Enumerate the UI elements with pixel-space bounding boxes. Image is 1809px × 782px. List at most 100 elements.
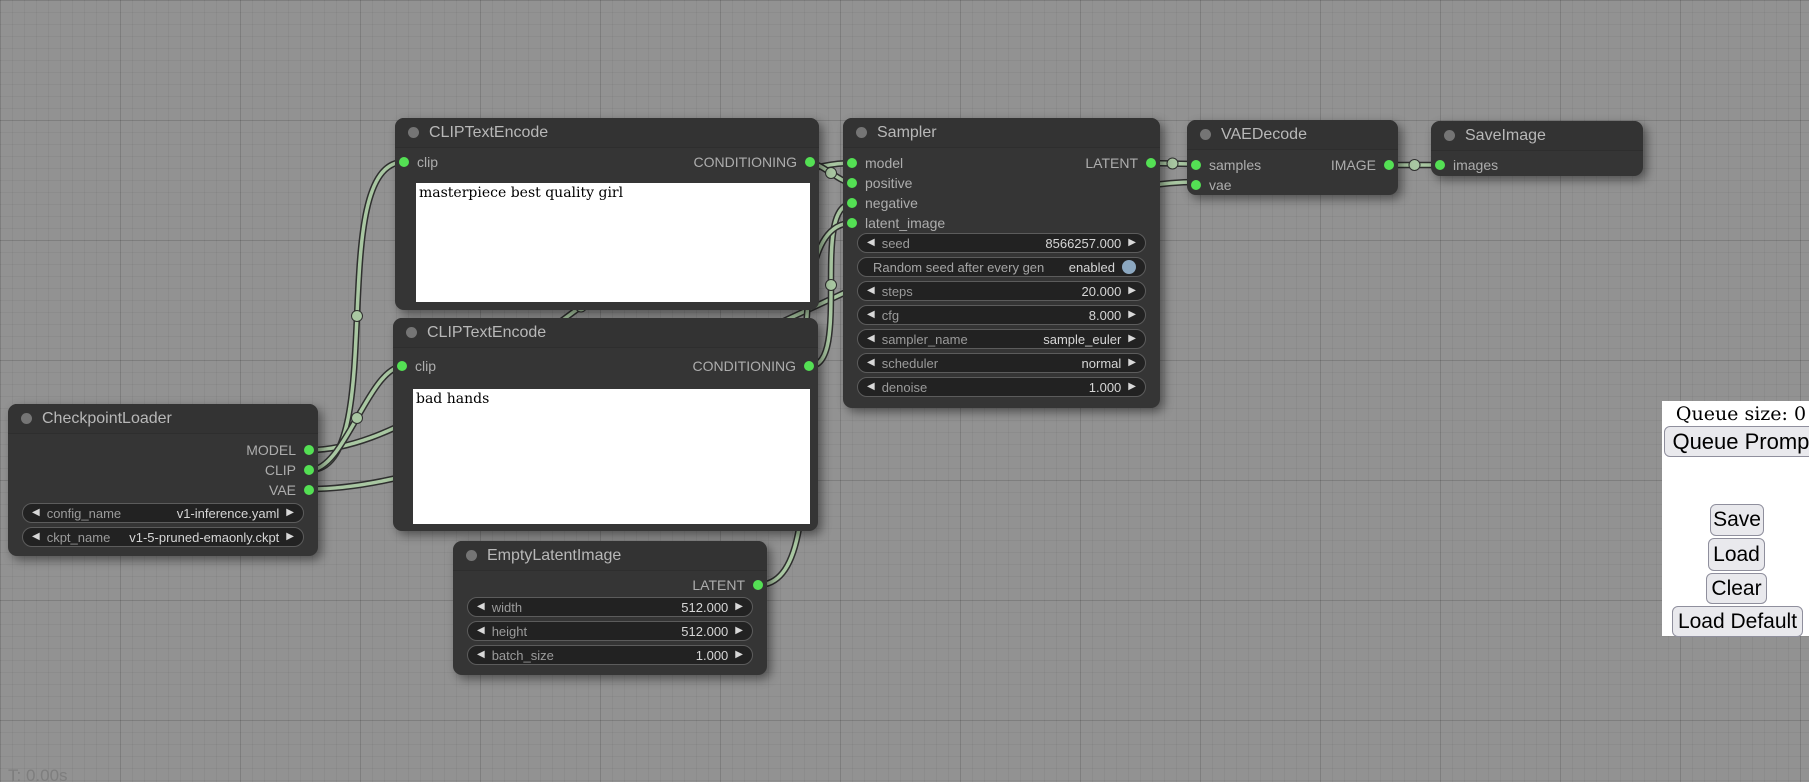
increment-arrow-icon[interactable]	[1128, 286, 1136, 296]
decrement-arrow-icon[interactable]	[867, 286, 875, 296]
load-button[interactable]: Load	[1708, 538, 1765, 571]
widget-cfg[interactable]: cfg 8.000	[857, 305, 1146, 325]
decrement-arrow-icon[interactable]	[867, 238, 875, 248]
widget-steps[interactable]: steps 20.000	[857, 281, 1146, 301]
widget-height[interactable]: height 512.000	[467, 621, 753, 641]
node-title-bar[interactable]: EmptyLatentImage	[453, 541, 767, 571]
widget-seed[interactable]: seed 8566257.000	[857, 233, 1146, 253]
node-empty-latent-image[interactable]: EmptyLatentImage LATENT width 512.000 he…	[453, 541, 767, 675]
output-port-icon[interactable]	[1384, 160, 1394, 170]
increment-arrow-icon[interactable]	[1128, 310, 1136, 320]
node-title-bar[interactable]: CheckpointLoader	[8, 404, 318, 434]
input-port-icon[interactable]	[1191, 180, 1201, 190]
link-midpoint-dot[interactable]	[1409, 160, 1420, 171]
decrement-arrow-icon[interactable]	[477, 602, 485, 612]
increment-arrow-icon[interactable]	[735, 602, 743, 612]
node-clip-text-encode-negative[interactable]: CLIPTextEncode clip CONDITIONING bad han…	[393, 318, 818, 531]
node-graph-canvas[interactable]: T: 0.00s CheckpointLoader MODEL CLIP VAE…	[0, 0, 1809, 782]
output-port-icon[interactable]	[805, 157, 815, 167]
increment-arrow-icon[interactable]	[1128, 334, 1136, 344]
node-title-bar[interactable]: CLIPTextEncode	[393, 318, 818, 348]
decrement-arrow-icon[interactable]	[867, 382, 875, 392]
collapse-dot-icon[interactable]	[856, 127, 867, 138]
decrement-arrow-icon[interactable]	[32, 532, 40, 542]
link-midpoint-dot[interactable]	[1167, 158, 1178, 169]
collapse-dot-icon[interactable]	[408, 127, 419, 138]
input-port-icon[interactable]	[847, 218, 857, 228]
link-midpoint-dot[interactable]	[826, 280, 837, 291]
input-port-icon[interactable]	[397, 361, 407, 371]
widget-label: denoise	[882, 380, 928, 395]
output-port-icon[interactable]	[753, 580, 763, 590]
node-sampler[interactable]: Sampler model LATENT positive negative l…	[843, 118, 1160, 408]
decrement-arrow-icon[interactable]	[477, 626, 485, 636]
increment-arrow-icon[interactable]	[1128, 238, 1136, 248]
slot-label: LATENT	[692, 577, 745, 593]
decrement-arrow-icon[interactable]	[867, 310, 875, 320]
collapse-dot-icon[interactable]	[406, 327, 417, 338]
prompt-textarea[interactable]: bad hands	[413, 389, 810, 524]
increment-arrow-icon[interactable]	[735, 626, 743, 636]
slot-label: vae	[1209, 177, 1232, 193]
widget-random-seed-toggle[interactable]: Random seed after every gen enabled	[857, 257, 1146, 277]
input-port-icon[interactable]	[847, 198, 857, 208]
queue-prompt-button[interactable]: Queue Prompt	[1664, 426, 1809, 457]
node-save-image[interactable]: SaveImage images	[1431, 121, 1643, 176]
output-port-icon[interactable]	[304, 485, 314, 495]
widget-value: 8.000	[1089, 308, 1122, 323]
toggle-dot-icon[interactable]	[1122, 260, 1136, 274]
node-title-bar[interactable]: Sampler	[843, 118, 1160, 148]
queue-size-label: Queue size: 0	[1662, 401, 1809, 425]
increment-arrow-icon[interactable]	[1128, 358, 1136, 368]
increment-arrow-icon[interactable]	[735, 650, 743, 660]
decrement-arrow-icon[interactable]	[867, 358, 875, 368]
load-default-button[interactable]: Load Default	[1672, 606, 1803, 637]
input-port-icon[interactable]	[399, 157, 409, 167]
prompt-textarea[interactable]: masterpiece best quality girl	[416, 183, 810, 302]
output-port-icon[interactable]	[1146, 158, 1156, 168]
increment-arrow-icon[interactable]	[286, 532, 294, 542]
link-midpoint-dot[interactable]	[352, 413, 363, 424]
collapse-dot-icon[interactable]	[21, 413, 32, 424]
node-title-bar[interactable]: VAEDecode	[1187, 120, 1398, 150]
increment-arrow-icon[interactable]	[286, 508, 294, 518]
slot-label: latent_image	[865, 215, 945, 231]
slot-label: samples	[1209, 157, 1261, 173]
slot-label: MODEL	[246, 442, 296, 458]
output-port-icon[interactable]	[804, 361, 814, 371]
widget-config-name[interactable]: config_name v1-inference.yaml	[22, 503, 304, 523]
widget-ckpt-name[interactable]: ckpt_name v1-5-pruned-emaonly.ckpt	[22, 527, 304, 547]
output-port-icon[interactable]	[304, 465, 314, 475]
link-midpoint-dot[interactable]	[826, 168, 837, 179]
node-clip-text-encode-positive[interactable]: CLIPTextEncode clip CONDITIONING masterp…	[395, 118, 819, 310]
input-port-icon[interactable]	[1191, 160, 1201, 170]
slot-label: CONDITIONING	[694, 154, 797, 170]
node-title-bar[interactable]: SaveImage	[1431, 121, 1643, 151]
node-checkpoint-loader[interactable]: CheckpointLoader MODEL CLIP VAE config_n…	[8, 404, 318, 556]
output-port-icon[interactable]	[304, 445, 314, 455]
node-title-bar[interactable]: CLIPTextEncode	[395, 118, 819, 148]
widget-label: seed	[882, 236, 910, 251]
widget-sampler-name[interactable]: sampler_name sample_euler	[857, 329, 1146, 349]
input-port-icon[interactable]	[847, 178, 857, 188]
clear-button[interactable]: Clear	[1706, 573, 1767, 604]
widget-denoise[interactable]: denoise 1.000	[857, 377, 1146, 397]
collapse-dot-icon[interactable]	[466, 550, 477, 561]
widget-width[interactable]: width 512.000	[467, 597, 753, 617]
slot-label: clip	[417, 154, 438, 170]
save-button[interactable]: Save	[1710, 504, 1764, 536]
collapse-dot-icon[interactable]	[1200, 129, 1211, 140]
widget-scheduler[interactable]: scheduler normal	[857, 353, 1146, 373]
link-midpoint-dot[interactable]	[352, 311, 363, 322]
increment-arrow-icon[interactable]	[1128, 382, 1136, 392]
widget-batch-size[interactable]: batch_size 1.000	[467, 645, 753, 665]
node-title: EmptyLatentImage	[487, 547, 621, 565]
decrement-arrow-icon[interactable]	[867, 334, 875, 344]
widget-label: scheduler	[882, 356, 938, 371]
decrement-arrow-icon[interactable]	[32, 508, 40, 518]
node-vae-decode[interactable]: VAEDecode samples IMAGE vae	[1187, 120, 1398, 195]
input-port-icon[interactable]	[1435, 160, 1445, 170]
collapse-dot-icon[interactable]	[1444, 130, 1455, 141]
input-port-icon[interactable]	[847, 158, 857, 168]
decrement-arrow-icon[interactable]	[477, 650, 485, 660]
